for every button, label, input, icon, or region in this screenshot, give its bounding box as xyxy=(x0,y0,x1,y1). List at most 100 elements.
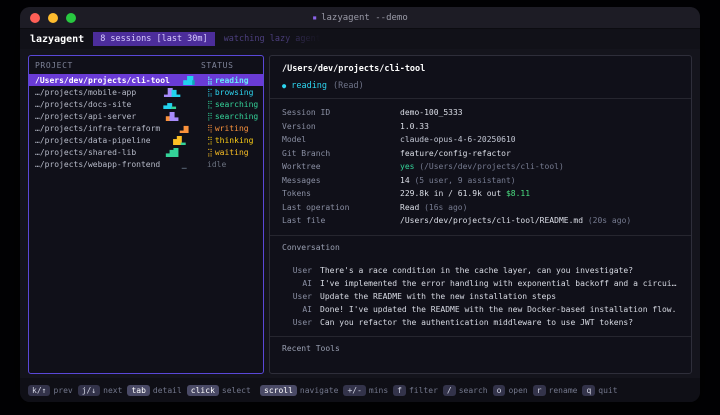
field-value: /Users/dev/projects/cli-tool/README.md (… xyxy=(400,214,631,228)
project-row[interactable]: …/projects/api-server▄█▃⡿searching xyxy=(29,110,263,122)
field-label: Messages xyxy=(282,174,400,188)
field-label: Session ID xyxy=(282,106,400,120)
project-name: …/projects/mobile-app xyxy=(35,88,136,97)
keybinding-open[interactable]: oopen xyxy=(493,385,528,396)
session-field: Last operationRead (16s ago) xyxy=(282,201,679,215)
status-spinner-icon: ⣽ xyxy=(207,148,213,157)
column-status: STATUS xyxy=(201,61,257,70)
project-status: idle xyxy=(207,160,263,169)
project-status: ⣟searching xyxy=(207,100,263,109)
conversation-message: User Can you refactor the authentication … xyxy=(282,316,679,329)
main-area: PROJECT STATUS /Users/dev/projects/cli-t… xyxy=(20,49,700,378)
session-field: Version1.0.33 xyxy=(282,120,679,134)
app-header: lazyagent 8 sessions [last 30m] watching… xyxy=(20,29,700,49)
key-badge: k/↑ xyxy=(28,385,50,396)
keybinding-quit[interactable]: qquit xyxy=(582,385,617,396)
message-text: Can you refactor the authentication midd… xyxy=(320,316,633,329)
key-action-label: quit xyxy=(598,386,617,395)
field-value: feature/config-refactor xyxy=(400,147,511,161)
project-row[interactable]: …/projects/docs-site▃▅▂⣟searching xyxy=(29,98,263,110)
project-status: ⢿writing xyxy=(207,124,263,133)
status-dot-icon: ● xyxy=(282,82,286,90)
key-badge: tab xyxy=(127,385,149,396)
key-badge: q xyxy=(582,385,595,396)
activity-sparkline: ▃▅▂ xyxy=(131,100,207,109)
activity-sparkline: ▅█▂ xyxy=(151,136,207,145)
key-badge: scroll xyxy=(260,385,297,396)
message-role: User xyxy=(282,264,312,277)
field-label: Tokens xyxy=(282,187,400,201)
project-row[interactable]: …/projects/infra-terraform▂▆⢿writing xyxy=(29,122,263,134)
minimize-window-button[interactable] xyxy=(48,13,58,23)
conversation-message: AII've implemented the error handling wi… xyxy=(282,277,679,290)
activity-sparkline: ▂█▆▂ xyxy=(136,88,207,97)
desktop: ▪lazyagent --demo lazyagent 8 sessions [… xyxy=(0,0,720,415)
keybinding-prev[interactable]: k/↑prev xyxy=(28,385,73,396)
keybinding-detail[interactable]: tabdetail xyxy=(127,385,181,396)
message-text: Update the README with the new installat… xyxy=(320,290,556,303)
field-value: 229.8k in / 61.9k out $8.11 xyxy=(400,187,530,201)
activity-sparkline: ▂▆ xyxy=(160,124,207,133)
window-title: ▪lazyagent --demo xyxy=(20,13,700,23)
status-spinner-icon: ⢿ xyxy=(207,124,213,133)
titlebar: ▪lazyagent --demo xyxy=(20,7,700,29)
activity-sparkline: ▁ xyxy=(160,160,207,169)
key-badge: o xyxy=(493,385,506,396)
project-name: …/projects/api-server xyxy=(35,112,136,121)
zoom-window-button[interactable] xyxy=(66,13,76,23)
tagline: watching lazy agents xyxy=(224,34,326,44)
conversation-title: Conversation xyxy=(282,243,679,252)
project-name: …/projects/docs-site xyxy=(35,100,131,109)
project-row[interactable]: …/projects/webapp-frontend▁idle xyxy=(29,158,263,170)
project-status: ⣯browsing xyxy=(207,88,263,97)
keybinding-rename[interactable]: rrename xyxy=(533,385,578,396)
message-text: I've implemented the error handling with… xyxy=(320,277,679,290)
message-role: User xyxy=(282,316,312,329)
project-row[interactable]: …/projects/mobile-app▂█▆▂⣯browsing xyxy=(29,86,263,98)
keybar: k/↑prev j/↓next tabdetail clickselect scrol… xyxy=(20,378,700,402)
keybinding-mins[interactable]: +/-mins xyxy=(343,385,388,396)
message-role: AI xyxy=(282,303,312,316)
project-row[interactable]: /Users/dev/projects/cli-tool▗▟█▖⣷reading xyxy=(29,74,263,86)
field-value: demo-100_5333 xyxy=(400,106,463,120)
projects-header: PROJECT STATUS xyxy=(29,56,263,74)
key-action-label: navigate xyxy=(300,386,339,395)
key-badge: r xyxy=(533,385,546,396)
project-name: …/projects/data-pipeline xyxy=(35,136,151,145)
status-spinner-icon: ⡿ xyxy=(207,112,213,121)
key-badge: j/↓ xyxy=(78,385,100,396)
keybinding-select[interactable]: clickselect xyxy=(187,385,251,396)
key-badge: / xyxy=(443,385,456,396)
divider xyxy=(270,235,691,236)
field-value: 1.0.33 xyxy=(400,120,429,134)
field-value: Read (16s ago) xyxy=(400,201,467,215)
message-text: Done! I've updated the README with the n… xyxy=(320,303,676,316)
divider xyxy=(270,98,691,99)
key-action-label: open xyxy=(508,386,527,395)
field-label: Last file xyxy=(282,214,400,228)
keybinding-navigate[interactable]: scrollnavigate xyxy=(260,385,338,396)
project-list: /Users/dev/projects/cli-tool▗▟█▖⣷reading… xyxy=(29,74,263,170)
key-action-label: rename xyxy=(549,386,578,395)
project-row[interactable]: …/projects/data-pipeline▅█▂⣻thinking xyxy=(29,134,263,146)
detail-status: reading xyxy=(291,81,327,91)
traffic-lights xyxy=(30,13,76,23)
keybinding-search[interactable]: /search xyxy=(443,385,488,396)
keybinding-filter[interactable]: ffilter xyxy=(393,385,438,396)
key-action-label: next xyxy=(103,386,122,395)
project-name: …/projects/webapp-frontend xyxy=(35,160,160,169)
keybinding-next[interactable]: j/↓next xyxy=(78,385,123,396)
key-badge: +/- xyxy=(343,385,365,396)
field-value: 14 (5 user, 9 assistant) xyxy=(400,174,516,188)
field-label: Last operation xyxy=(282,201,400,215)
recent-tools-title: Recent Tools xyxy=(282,344,679,353)
session-field: Messages14 (5 user, 9 assistant) xyxy=(282,174,679,188)
key-action-label: prev xyxy=(53,386,72,395)
close-window-button[interactable] xyxy=(30,13,40,23)
session-count-badge: 8 sessions [last 30m] xyxy=(93,32,214,46)
project-row[interactable]: …/projects/shared-lib▃▆█⣽waiting xyxy=(29,146,263,158)
window-title-text: lazyagent --demo xyxy=(321,13,408,23)
keybar-right-group: scrollnavigate +/-mins ffilter/search oopen… xyxy=(260,385,623,396)
session-field: Last file/Users/dev/projects/cli-tool/RE… xyxy=(282,214,679,228)
conversation-message: UserThere's a race condition in the cach… xyxy=(282,264,679,277)
